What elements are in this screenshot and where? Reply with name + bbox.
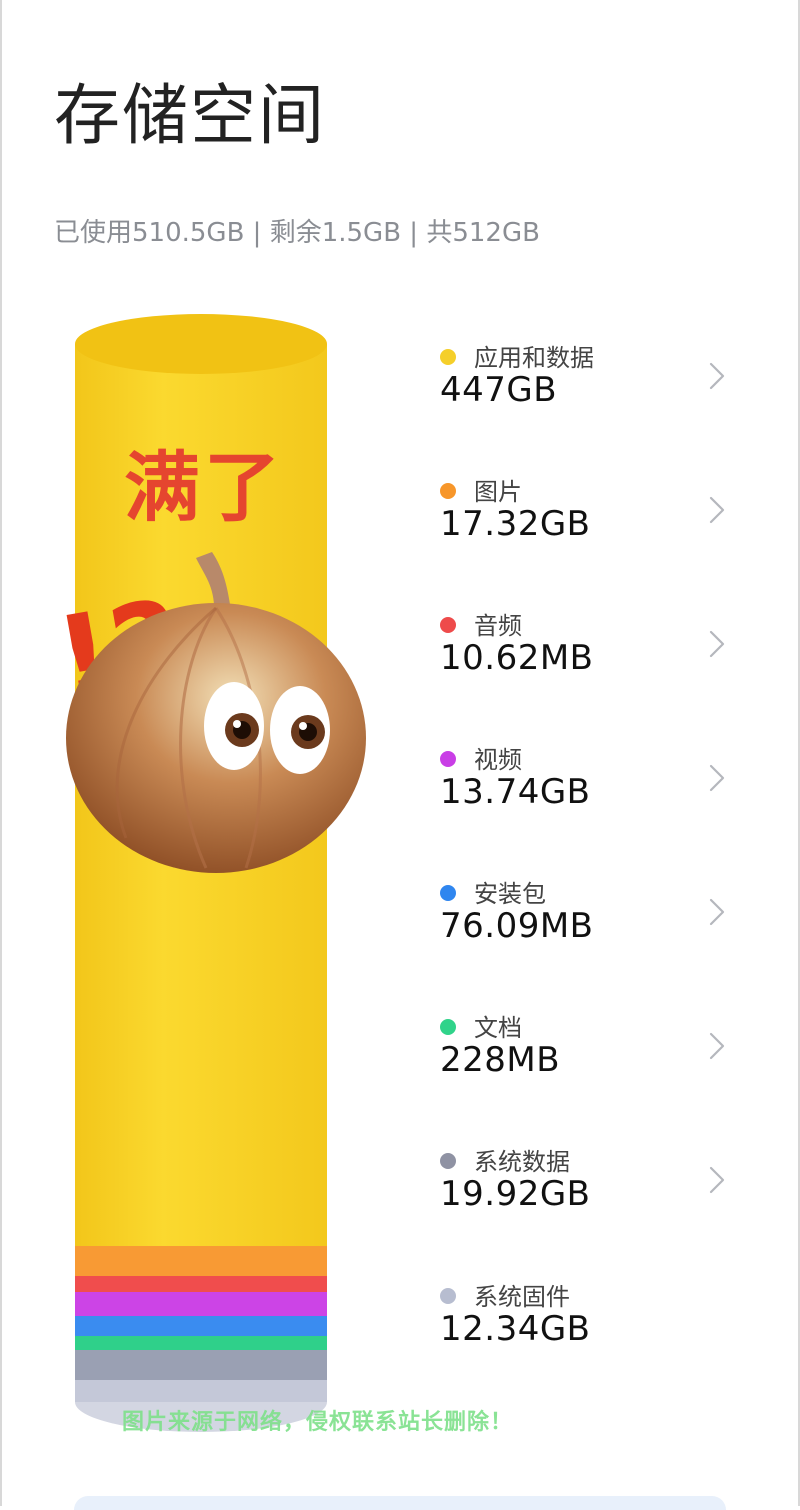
category-item[interactable]: 文档 228MB <box>440 1008 740 1108</box>
category-size: 447GB <box>440 370 558 410</box>
category-size: 10.62MB <box>440 638 594 678</box>
category-color-dot <box>440 483 456 499</box>
category-item[interactable]: 安装包 76.09MB <box>440 874 740 974</box>
category-label: 视频 <box>474 746 522 774</box>
category-label: 应用和数据 <box>474 344 594 372</box>
category-item: 系统固件 12.34GB <box>440 1277 740 1377</box>
category-color-dot <box>440 885 456 901</box>
category-size: 13.74GB <box>440 772 591 812</box>
sticker-full-text: 满了 <box>124 443 284 532</box>
category-size: 228MB <box>440 1040 561 1080</box>
category-label: 文档 <box>474 1014 522 1042</box>
category-color-dot <box>440 349 456 365</box>
screen-edge-left <box>0 0 2 1506</box>
category-color-dot <box>440 1288 456 1304</box>
chevron-right-icon[interactable] <box>706 358 728 394</box>
category-size: 17.32GB <box>440 504 591 544</box>
onion-emoji-sticker: !? <box>46 548 368 878</box>
category-item[interactable]: 音频 10.62MB <box>440 606 740 706</box>
chevron-right-icon[interactable] <box>706 760 728 796</box>
watermark-text: 图片来源于网络，侵权联系站长删除！ <box>122 1410 514 1435</box>
category-size: 19.92GB <box>440 1174 591 1214</box>
category-item[interactable]: 视频 13.74GB <box>440 740 740 840</box>
page-title: 存储空间 <box>54 77 326 154</box>
category-item[interactable]: 应用和数据 447GB <box>440 338 740 438</box>
category-color-dot <box>440 617 456 633</box>
chevron-right-icon[interactable] <box>706 1162 728 1198</box>
category-size: 76.09MB <box>440 906 594 946</box>
category-color-dot <box>440 1019 456 1035</box>
category-item[interactable]: 系统数据 19.92GB <box>440 1142 740 1242</box>
category-label: 系统固件 <box>474 1283 570 1311</box>
category-label: 安装包 <box>474 880 546 908</box>
category-label: 图片 <box>474 478 522 506</box>
category-label: 音频 <box>474 612 522 640</box>
chevron-right-icon[interactable] <box>706 1028 728 1064</box>
category-color-dot <box>440 1153 456 1169</box>
chevron-right-icon[interactable] <box>706 626 728 662</box>
category-label: 系统数据 <box>474 1148 570 1176</box>
chevron-right-icon[interactable] <box>706 492 728 528</box>
bottom-panel-edge <box>74 1496 726 1510</box>
category-item[interactable]: 图片 17.32GB <box>440 472 740 572</box>
cylinder-top <box>75 314 327 374</box>
category-size: 12.34GB <box>440 1309 591 1349</box>
storage-summary: 已使用510.5GB | 剩余1.5GB | 共512GB <box>54 218 540 248</box>
category-color-dot <box>440 751 456 767</box>
chevron-right-icon[interactable] <box>706 894 728 930</box>
